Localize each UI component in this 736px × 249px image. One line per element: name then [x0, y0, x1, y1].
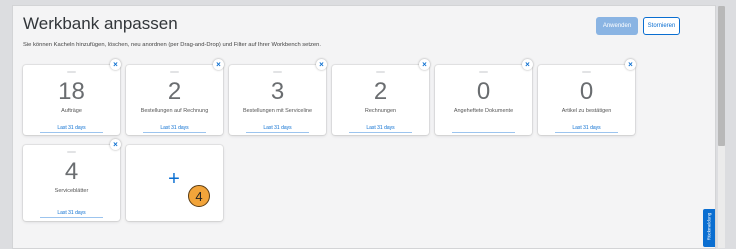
remove-tile-close-icon[interactable]: × [110, 139, 121, 150]
drag-handle[interactable] [273, 71, 282, 73]
tile-bestellungen-auf-rechnung[interactable]: 2 Bestellungen auf Rechnung Last 31 days [126, 65, 223, 135]
tile-filter[interactable]: Last 31 days [349, 125, 412, 133]
page-subtitle: Sie können Kacheln hinzufügen, löschen, … [23, 42, 321, 48]
tile-label: Aufträge [61, 108, 82, 114]
tile-label: Angeheftete Dokumente [453, 108, 514, 114]
tile-filter[interactable]: Last 31 days [555, 125, 618, 133]
tile-label: Rechnungen [364, 108, 397, 114]
apply-button[interactable]: Anwenden [596, 17, 638, 35]
scrollbar-thumb[interactable] [718, 6, 725, 146]
drag-handle[interactable] [67, 151, 76, 153]
cancel-button[interactable]: Stornieren [643, 17, 680, 35]
plus-icon[interactable]: + [166, 169, 182, 189]
tile-bestellungen-mit-serviceline[interactable]: 3 Bestellungen mit Serviceline Last 31 d… [229, 65, 326, 135]
tile-auftraege[interactable]: 18 Aufträge Last 31 days [23, 65, 120, 135]
drag-handle[interactable] [67, 71, 76, 73]
tile-value: 2 [167, 78, 182, 105]
workbench-panel: Werkbank anpassen Sie können Kacheln hin… [12, 5, 716, 249]
tile-value: 0 [579, 78, 594, 105]
tile-filter[interactable]: Last 31 days [40, 210, 103, 218]
tile-value: 3 [270, 78, 285, 105]
drag-handle[interactable] [582, 71, 591, 73]
tile-filter[interactable]: Last 31 days [246, 125, 309, 133]
drag-handle[interactable] [376, 71, 385, 73]
tile-filter[interactable]: Last 31 days [40, 125, 103, 133]
add-tile-button[interactable]: + 4 [126, 145, 223, 221]
tile-value: 2 [373, 78, 388, 105]
tile-filter[interactable] [452, 125, 515, 133]
remove-tile-close-icon[interactable]: × [213, 59, 224, 70]
drag-handle[interactable] [170, 71, 179, 73]
tile-artikel-zu-bestaetigen[interactable]: 0 Artikel zu bestätigen Last 31 days [538, 65, 635, 135]
remove-tile-close-icon[interactable]: × [419, 59, 430, 70]
remove-tile-close-icon[interactable]: × [625, 59, 636, 70]
remove-tile-close-icon[interactable]: × [110, 59, 121, 70]
tile-value: 4 [64, 158, 79, 185]
drag-handle[interactable] [479, 71, 488, 73]
step-callout-badge: 4 [188, 185, 210, 207]
feedback-label: Rückmeldung [706, 212, 712, 241]
tile-angeheftete-dokumente[interactable]: 0 Angeheftete Dokumente [435, 65, 532, 135]
tile-label: Serviceblätter [54, 188, 89, 194]
page-title: Werkbank anpassen [23, 14, 178, 33]
tile-label: Bestellungen mit Serviceline [242, 108, 313, 114]
tile-rechnungen[interactable]: 2 Rechnungen Last 31 days [332, 65, 429, 135]
tile-serviceblaetter[interactable]: 4 Serviceblätter Last 31 days [23, 145, 120, 221]
tile-value: 0 [476, 78, 491, 105]
feedback-button[interactable]: Rückmeldung [703, 209, 715, 247]
tile-label: Bestellungen auf Rechnung [140, 108, 209, 114]
remove-tile-close-icon[interactable]: × [522, 59, 533, 70]
remove-tile-close-icon[interactable]: × [316, 59, 327, 70]
tile-value: 18 [58, 78, 85, 105]
tile-filter[interactable]: Last 31 days [143, 125, 206, 133]
tile-label: Artikel zu bestätigen [561, 108, 612, 114]
